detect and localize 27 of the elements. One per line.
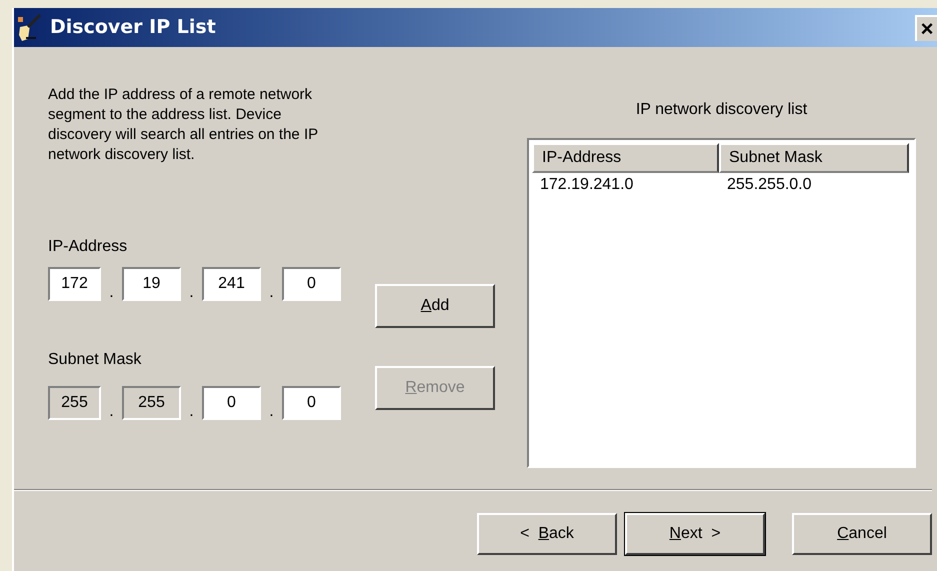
dot-separator: . [268,285,275,301]
table-cell-text: 172.19.241.0 [539,175,634,195]
dot-separator: . [188,285,195,301]
dot-separator: . [188,404,195,420]
ip-address-label: IP-Address [48,237,128,257]
window-title: Discover IP List [50,15,216,40]
octet-field[interactable]: 0 [282,267,341,301]
dialog-button[interactable]: Next > [625,513,765,555]
octet-field[interactable]: 19 [122,267,181,301]
dot-separator: . [108,404,115,420]
column-header[interactable]: Subnet Mask [719,143,909,173]
octet-field[interactable]: 172 [48,267,101,301]
description-text: Add the IP address of a remote network segment to the address list. Device discovery will search all entries on the IP network discovery list. [48,85,319,165]
octet-field[interactable]: 0 [282,386,341,420]
octet-field[interactable]: 241 [202,267,261,301]
close-button[interactable]: × [915,14,937,40]
column-header[interactable]: IP-Address [532,143,719,173]
wand-icon [16,12,44,42]
dialog-button[interactable]: < Back [477,513,617,555]
add-button[interactable]: Add [375,284,495,328]
list-title: IP network discovery list [634,100,808,120]
table-cell-text: 255.255.0.0 [726,175,813,195]
dot-separator: . [108,285,115,301]
subnet-mask-label: Subnet Mask [48,350,142,370]
dot-separator: . [268,404,275,420]
octet-field[interactable]: 0 [202,386,261,420]
dialog-button[interactable]: Cancel [792,513,932,555]
